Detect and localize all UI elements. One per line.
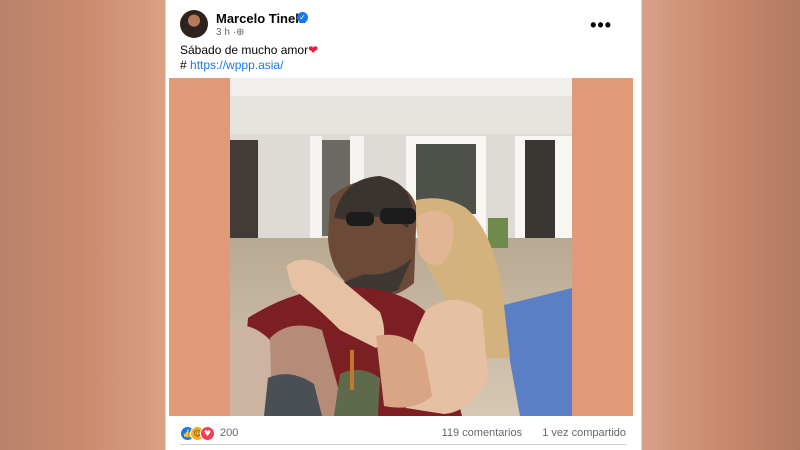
post-time[interactable]: 3 h: [216, 27, 230, 38]
hash-symbol: #: [180, 58, 187, 72]
shares-count[interactable]: 1 vez compartido: [542, 427, 626, 439]
more-options-button[interactable]: •••: [590, 16, 612, 34]
post-footer: 👍 ☺ ♥ 200 119 comentarios 1 vez comparti…: [180, 425, 626, 443]
post-media[interactable]: [169, 78, 633, 416]
post-meta: 3 h ·⊕: [216, 27, 244, 38]
engagement-stats: 119 comentarios 1 vez compartido: [442, 427, 626, 439]
reaction-count[interactable]: 200: [220, 427, 238, 439]
post-photo[interactable]: [230, 78, 572, 416]
heart-emoji-icon: ❤: [308, 43, 319, 57]
author-avatar[interactable]: [180, 10, 208, 38]
post-caption: Sábado de mucho amor❤: [180, 43, 318, 57]
post-header: Marcelo Tinelli ✓ 3 h ·⊕ •••: [180, 10, 626, 40]
post-link[interactable]: https://wppp.asia/: [190, 58, 283, 72]
footer-divider: [180, 444, 626, 445]
privacy-globe-icon: ·⊕: [232, 27, 245, 38]
author-name[interactable]: Marcelo Tinelli: [216, 11, 306, 26]
comments-count[interactable]: 119 comentarios: [442, 427, 523, 439]
photo-image: [230, 78, 572, 416]
post-link-line: # https://wppp.asia/: [180, 58, 283, 72]
verified-badge-icon: ✓: [297, 12, 308, 23]
love-reaction-icon: ♥: [200, 426, 215, 441]
post-card: Marcelo Tinelli ✓ 3 h ·⊕ ••• Sábado de m…: [165, 0, 642, 450]
caption-text: Sábado de mucho amor: [180, 43, 309, 57]
